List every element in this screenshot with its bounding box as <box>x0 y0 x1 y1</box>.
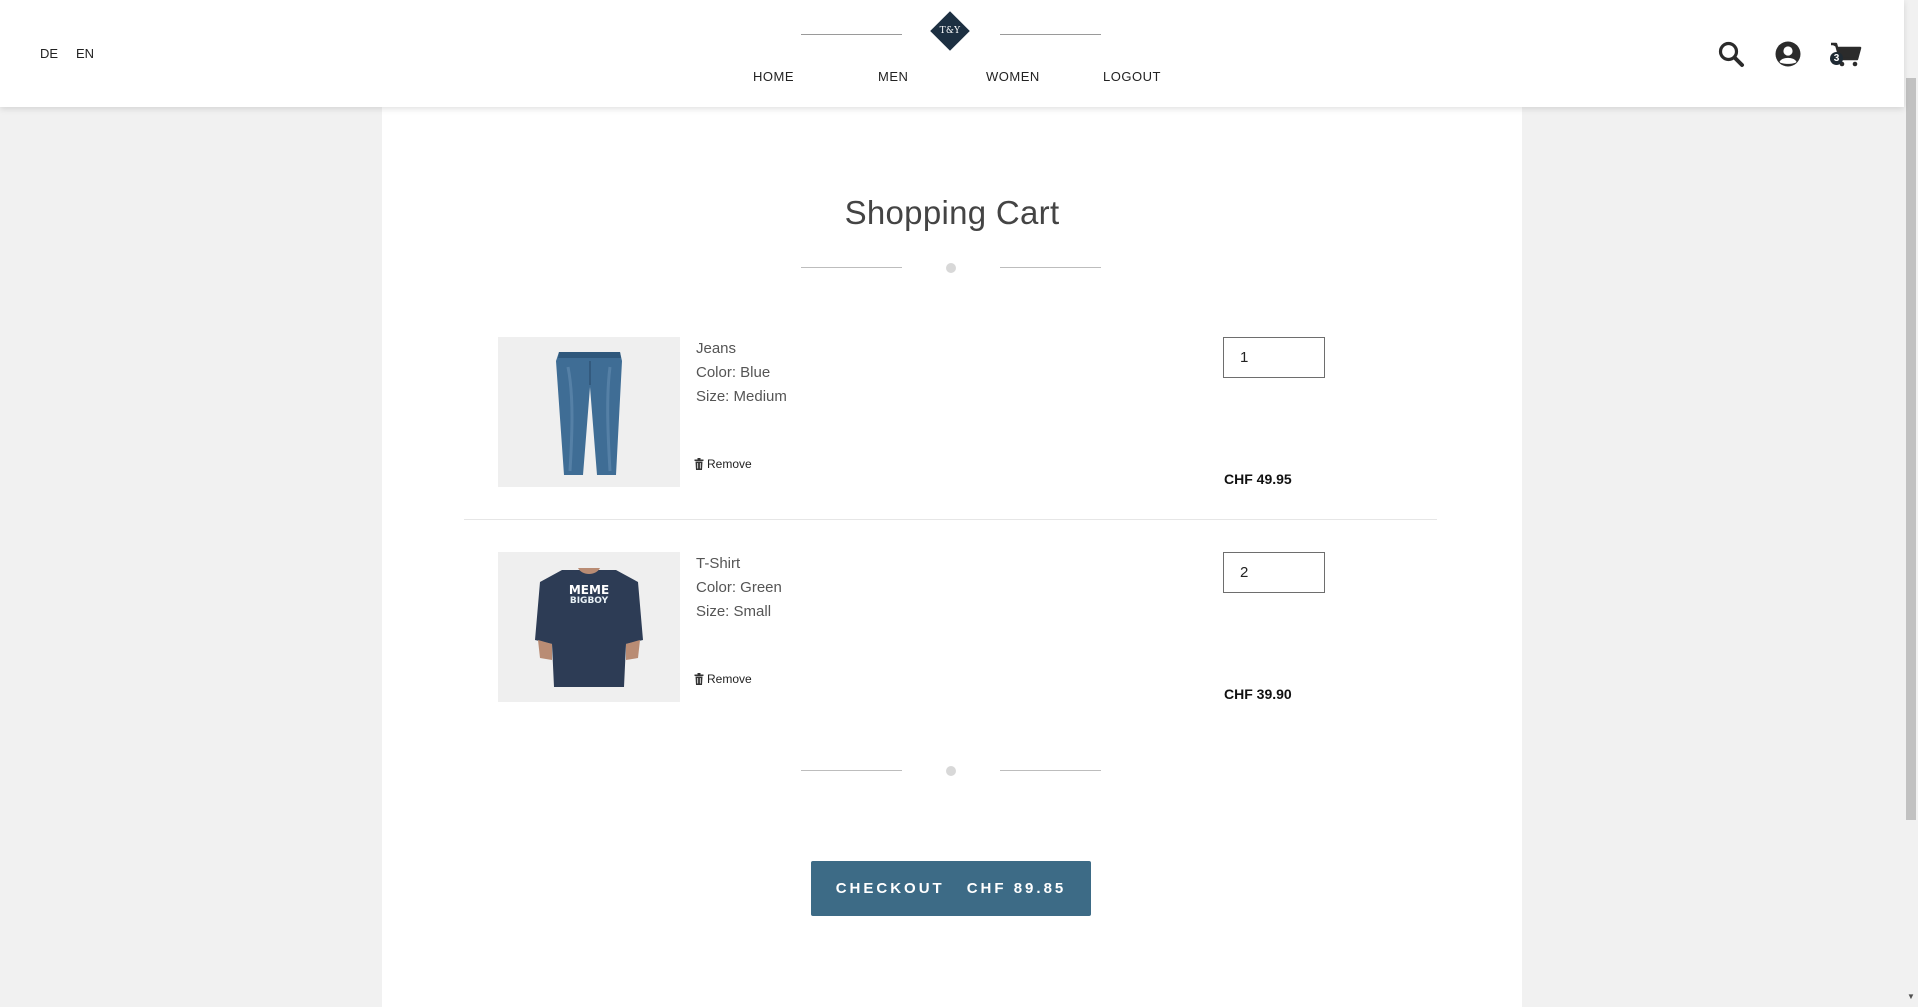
product-image-tshirt[interactable]: MEME BIGBOY <box>498 552 680 702</box>
checkout-label: CHECKOUT <box>835 880 945 897</box>
shirt-print-line-2: BIGBOY <box>569 596 609 606</box>
separator-line-left <box>801 267 902 268</box>
price-tshirt: CHF 39.90 <box>1224 686 1292 702</box>
product-size: Size: Small <box>696 603 772 620</box>
shirt-print: MEME BIGBOY <box>564 583 614 607</box>
scrollbar-thumb[interactable] <box>1906 78 1916 820</box>
remove-button-jeans[interactable]: Remove <box>694 457 752 471</box>
quantity-input-tshirt[interactable] <box>1223 552 1325 593</box>
remove-label: Remove <box>707 457 752 471</box>
logo-text: T&Y <box>939 26 961 36</box>
quantity-input-jeans[interactable] <box>1223 337 1325 378</box>
separator-dot <box>946 263 956 273</box>
price-jeans: CHF 49.95 <box>1224 471 1292 487</box>
separator-line-left <box>801 770 902 771</box>
jeans-image <box>556 352 622 475</box>
site-header: DE EN T&Y HOME MEN WOMEN LOGOUT 3 <box>0 0 1904 107</box>
nav-women[interactable]: WOMEN <box>986 69 1040 84</box>
user-icon[interactable] <box>1774 40 1802 68</box>
nav-men[interactable]: MEN <box>878 69 908 84</box>
nav-home[interactable]: HOME <box>753 69 794 84</box>
search-icon[interactable] <box>1717 40 1745 68</box>
product-details-jeans: Jeans Color: Blue Size: Medium <box>696 337 787 409</box>
separator-line-right <box>1000 267 1101 268</box>
nav-logout[interactable]: LOGOUT <box>1103 69 1161 84</box>
remove-button-tshirt[interactable]: Remove <box>694 672 752 686</box>
shirt-print-line-1: MEME <box>568 583 610 597</box>
logo-line-left <box>801 34 902 35</box>
product-name[interactable]: Jeans <box>696 337 787 361</box>
remove-label: Remove <box>707 672 752 686</box>
cart-count-badge: 3 <box>1830 52 1843 65</box>
product-size: Size: Medium <box>696 388 787 405</box>
scroll-down-arrow-icon[interactable]: ▼ <box>1906 991 1916 1003</box>
product-details-tshirt: T-Shirt Color: Green Size: Small <box>696 552 782 624</box>
trash-icon <box>694 673 704 685</box>
separator-line-right <box>1000 770 1101 771</box>
tshirt-image <box>535 568 643 687</box>
checkout-total: CHF 89.85 <box>966 880 1067 897</box>
product-color: Color: Green <box>696 579 782 596</box>
checkout-button[interactable]: CHECKOUT CHF 89.85 <box>811 861 1091 916</box>
product-image-jeans[interactable] <box>498 337 680 487</box>
page-title: Shopping Cart <box>844 194 1060 231</box>
language-en[interactable]: EN <box>76 46 94 61</box>
separator-dot <box>946 766 956 776</box>
product-color: Color: Blue <box>696 364 771 381</box>
logo-line-right <box>1000 34 1101 35</box>
language-de[interactable]: DE <box>40 46 58 61</box>
trash-icon <box>694 458 704 470</box>
product-name[interactable]: T-Shirt <box>696 552 782 576</box>
item-divider <box>464 519 1437 520</box>
